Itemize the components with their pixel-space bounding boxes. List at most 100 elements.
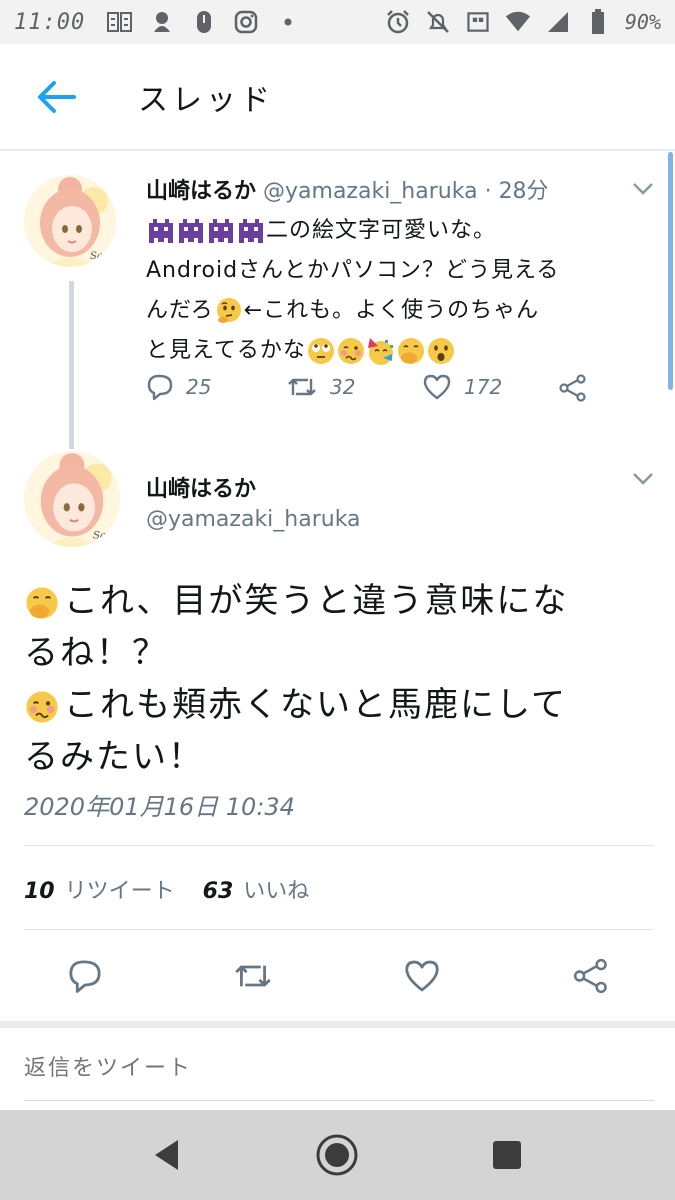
tweet1-text-line3a: んだろ bbox=[146, 298, 214, 323]
face-with-rolling-eyes-emoji-icon bbox=[306, 338, 336, 364]
tweet2-body-line3: これも頬赤くないと馬鹿にして bbox=[64, 685, 567, 725]
tweet2-body-line1: これ、目が笑うと違う意味にな bbox=[64, 581, 569, 621]
tweet1-time[interactable]: 28分 bbox=[499, 179, 549, 204]
tweet1-retweet-button[interactable]: 32 bbox=[286, 373, 355, 401]
nav-back-button[interactable] bbox=[142, 1130, 192, 1180]
alien-monster-emoji-icon bbox=[176, 218, 206, 243]
retweet-count: 10 bbox=[24, 879, 55, 904]
reply-icon bbox=[147, 374, 173, 401]
reply-underline bbox=[24, 1100, 654, 1101]
heart-icon bbox=[405, 960, 439, 992]
cell-signal-icon bbox=[545, 9, 571, 35]
alien-monster-emoji-icon bbox=[146, 218, 176, 243]
retweet-icon bbox=[235, 965, 271, 987]
ghost-app-icon bbox=[149, 9, 175, 35]
separator-dot: · bbox=[484, 179, 492, 204]
like-stat[interactable]: 63 いいね bbox=[203, 873, 310, 905]
home-circle-icon bbox=[316, 1134, 358, 1176]
status-time: 11:00 bbox=[14, 9, 86, 35]
face-with-hand-over-mouth-emoji-icon bbox=[24, 581, 64, 621]
heart-icon bbox=[423, 374, 451, 400]
tweet2-body-line4: るみたい！ bbox=[24, 737, 204, 777]
kanji-app-icon bbox=[107, 9, 133, 35]
tweet1-author-handle[interactable]: @yamazaki_haruka bbox=[263, 179, 478, 204]
reply-icon bbox=[69, 960, 101, 993]
svg-text:Sai: Sai bbox=[90, 251, 106, 262]
back-button[interactable] bbox=[26, 67, 86, 127]
alarm-icon bbox=[385, 9, 411, 35]
tweet2-timestamp[interactable]: 2020年01月16日 10:34 bbox=[24, 787, 295, 822]
tweet2-share-button[interactable] bbox=[566, 951, 616, 1001]
avatar[interactable]: Sai bbox=[24, 175, 116, 267]
retweet-label: リツイート bbox=[64, 879, 175, 904]
battery-icon bbox=[585, 9, 611, 35]
tweet2-actions bbox=[0, 951, 675, 1001]
face-with-hand-over-mouth-emoji-icon bbox=[396, 338, 426, 364]
partying-face-emoji-icon bbox=[366, 338, 396, 365]
alien-monster-emoji-icon bbox=[206, 218, 236, 243]
tweet1-reply-count: 25 bbox=[186, 375, 212, 399]
tweet1-header: 山崎はるか @yamazaki_haruka · 28分 bbox=[146, 173, 549, 205]
divider bbox=[24, 929, 654, 930]
tweet1-text-line1: 二の絵文字可愛いな。 bbox=[266, 218, 497, 243]
thread-feed[interactable]: Sai 山崎はるか @yamazaki_haruka · 28分 二の絵文字可愛… bbox=[0, 151, 675, 1021]
instagram-icon bbox=[233, 9, 259, 35]
tweet1-share-button[interactable] bbox=[558, 373, 588, 403]
retweet-icon bbox=[288, 378, 316, 396]
tweet1-like-button[interactable]: 172 bbox=[422, 373, 502, 401]
reply-input[interactable] bbox=[24, 1048, 644, 1088]
app-notification-icon bbox=[191, 9, 217, 35]
tweet2-body-line2: るね！？ bbox=[24, 633, 168, 673]
tweet1-like-count: 172 bbox=[464, 375, 503, 399]
share-icon bbox=[573, 958, 607, 994]
chevron-down-icon bbox=[633, 183, 653, 195]
tweet1-menu-caret[interactable] bbox=[628, 177, 658, 201]
like-label: いいね bbox=[243, 879, 310, 904]
tweet1-retweet-count: 32 bbox=[330, 375, 356, 399]
tweet2-menu-caret[interactable] bbox=[628, 467, 658, 491]
reply-composer bbox=[0, 1028, 675, 1110]
tweet2-author-handle[interactable]: @yamazaki_haruka bbox=[146, 507, 361, 532]
tweet1-reply-button[interactable]: 25 bbox=[146, 373, 211, 401]
retweet-stat[interactable]: 10 リツイート bbox=[24, 873, 175, 905]
nav-recents-button[interactable] bbox=[482, 1130, 532, 1180]
tweet2-like-button[interactable] bbox=[397, 951, 447, 1001]
thread-connector-line bbox=[69, 281, 74, 449]
face-with-open-mouth-emoji-icon bbox=[426, 338, 456, 364]
more-notifications-dot-icon bbox=[275, 9, 301, 35]
tweet1-actions: 25 32 172 bbox=[146, 373, 606, 405]
like-count: 63 bbox=[202, 879, 234, 904]
notifications-off-icon bbox=[425, 9, 451, 35]
square-recents-icon bbox=[493, 1141, 521, 1169]
system-navigation-bar bbox=[0, 1110, 675, 1200]
scrollbar[interactable] bbox=[668, 152, 673, 390]
tweet2-reply-button[interactable] bbox=[60, 951, 110, 1001]
wifi-icon bbox=[505, 9, 531, 35]
tweet2-author-name[interactable]: 山崎はるか bbox=[146, 471, 256, 503]
alien-monster-emoji-icon bbox=[236, 218, 266, 243]
tweet2-retweet-button[interactable] bbox=[228, 951, 278, 1001]
thinking-face-emoji-icon bbox=[214, 298, 244, 323]
triangle-back-icon bbox=[155, 1140, 178, 1170]
nav-home-button[interactable] bbox=[312, 1130, 362, 1180]
vibrate-mode-icon bbox=[465, 9, 491, 35]
back-arrow-icon bbox=[38, 80, 76, 113]
tweet1-text: 二の絵文字可愛いな。 Androidさんとかパソコン？どう見える んだろ ←これも… bbox=[146, 211, 646, 371]
page-title: スレッド bbox=[138, 82, 274, 118]
share-icon bbox=[559, 374, 586, 402]
status-bar: 11:00 90% bbox=[0, 0, 675, 44]
tweet1-text-line3b: ←これも。よく使うのちゃん bbox=[243, 298, 540, 323]
battery-percentage: 90% bbox=[624, 10, 661, 34]
tweet2-stats: 10 リツイート 63 いいね bbox=[24, 873, 321, 905]
woozy-face-emoji-icon bbox=[336, 338, 366, 364]
tweet1-text-line2: Androidさんとかパソコン？どう見える bbox=[146, 258, 560, 283]
woozy-face-emoji-icon bbox=[24, 685, 64, 725]
app-header: スレッド bbox=[0, 44, 675, 150]
avatar[interactable]: Sai bbox=[24, 451, 120, 547]
svg-text:Sai: Sai bbox=[93, 530, 110, 542]
chevron-down-icon bbox=[633, 473, 653, 485]
divider bbox=[24, 845, 654, 846]
tweet1-author-name[interactable]: 山崎はるか bbox=[146, 179, 256, 204]
tweet1-text-line4: と見えてるかな bbox=[146, 338, 306, 363]
tweet2-text: これ、目が笑うと違う意味にな るね！？ これも頬赤くないと馬鹿にして るみたい！ bbox=[24, 575, 654, 783]
